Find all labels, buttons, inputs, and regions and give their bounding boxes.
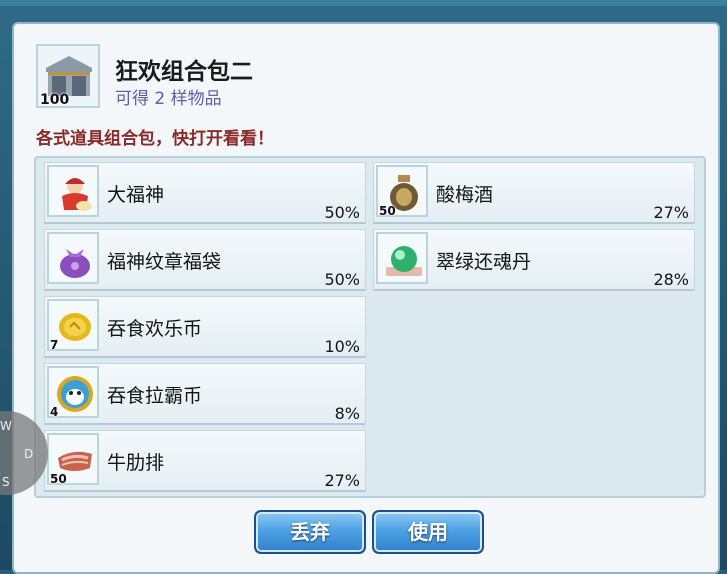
item-name: 吞食拉霸币 — [107, 385, 203, 407]
item-name: 福神纹章福袋 — [107, 251, 222, 273]
item-name: 牛肋排 — [107, 452, 165, 474]
item-chance: 8% — [334, 404, 360, 423]
use-button[interactable]: 使用 — [372, 510, 484, 554]
joystick-key-right: D — [24, 447, 34, 461]
reward-list: 大福神 50% 福神纹章福袋 50% 7 吞食欢乐币 10% 4 吞食拉霸币 8… — [34, 156, 706, 498]
list-item[interactable]: 翠绿还魂丹 28% — [373, 229, 695, 291]
package-title: 狂欢组合包二 — [115, 59, 253, 85]
reward-column-right: 50 酸梅酒 27% 翠绿还魂丹 28% — [373, 162, 695, 296]
list-item[interactable]: 50 牛肋排 27% — [44, 430, 366, 492]
item-chance: 50% — [324, 203, 360, 222]
package-description: 各式道具组合包，快打开看看！ — [36, 129, 274, 149]
joystick-key-up: W — [0, 419, 12, 433]
reward-column-left: 大福神 50% 福神纹章福袋 50% 7 吞食欢乐币 10% 4 吞食拉霸币 8… — [44, 162, 366, 497]
storehouse-icon: 100 — [36, 44, 100, 108]
item-chance: 27% — [653, 203, 689, 222]
gold-coin-icon: 7 — [47, 299, 99, 352]
item-detail-panel: 100 狂欢组合包二 可得 2 样物品 各式道具组合包，快打开看看！ 大福神 5… — [12, 22, 720, 574]
discard-button[interactable]: 丢弃 — [254, 510, 366, 554]
list-item[interactable]: 50 酸梅酒 27% — [373, 162, 695, 224]
item-chance: 27% — [324, 471, 360, 490]
joystick-key-down: S — [2, 475, 10, 489]
wine-jar-icon: 50 — [376, 165, 428, 218]
list-item[interactable]: 大福神 50% — [44, 162, 366, 224]
item-chance: 10% — [324, 337, 360, 356]
item-name: 酸梅酒 — [436, 184, 494, 206]
item-name: 翠绿还魂丹 — [436, 251, 532, 273]
item-chance: 50% — [324, 270, 360, 289]
jade-orb-icon — [376, 232, 428, 284]
list-item[interactable]: 福神纹章福袋 50% — [44, 229, 366, 291]
fortune-god-icon — [47, 165, 99, 217]
window-frame: 100 狂欢组合包二 可得 2 样物品 各式道具组合包，快打开看看！ 大福神 5… — [0, 0, 727, 574]
item-name: 大福神 — [107, 184, 165, 206]
pack-quantity: 100 — [40, 92, 70, 108]
beef-rib-icon: 50 — [47, 433, 99, 486]
list-item[interactable]: 4 吞食拉霸币 8% — [44, 363, 366, 425]
item-name: 吞食欢乐币 — [107, 318, 203, 340]
slot-coin-icon: 4 — [47, 366, 99, 419]
lucky-bag-icon — [47, 232, 99, 284]
list-item[interactable]: 7 吞食欢乐币 10% — [44, 296, 366, 358]
item-chance: 28% — [653, 270, 689, 289]
package-subtitle: 可得 2 样物品 — [115, 89, 222, 109]
